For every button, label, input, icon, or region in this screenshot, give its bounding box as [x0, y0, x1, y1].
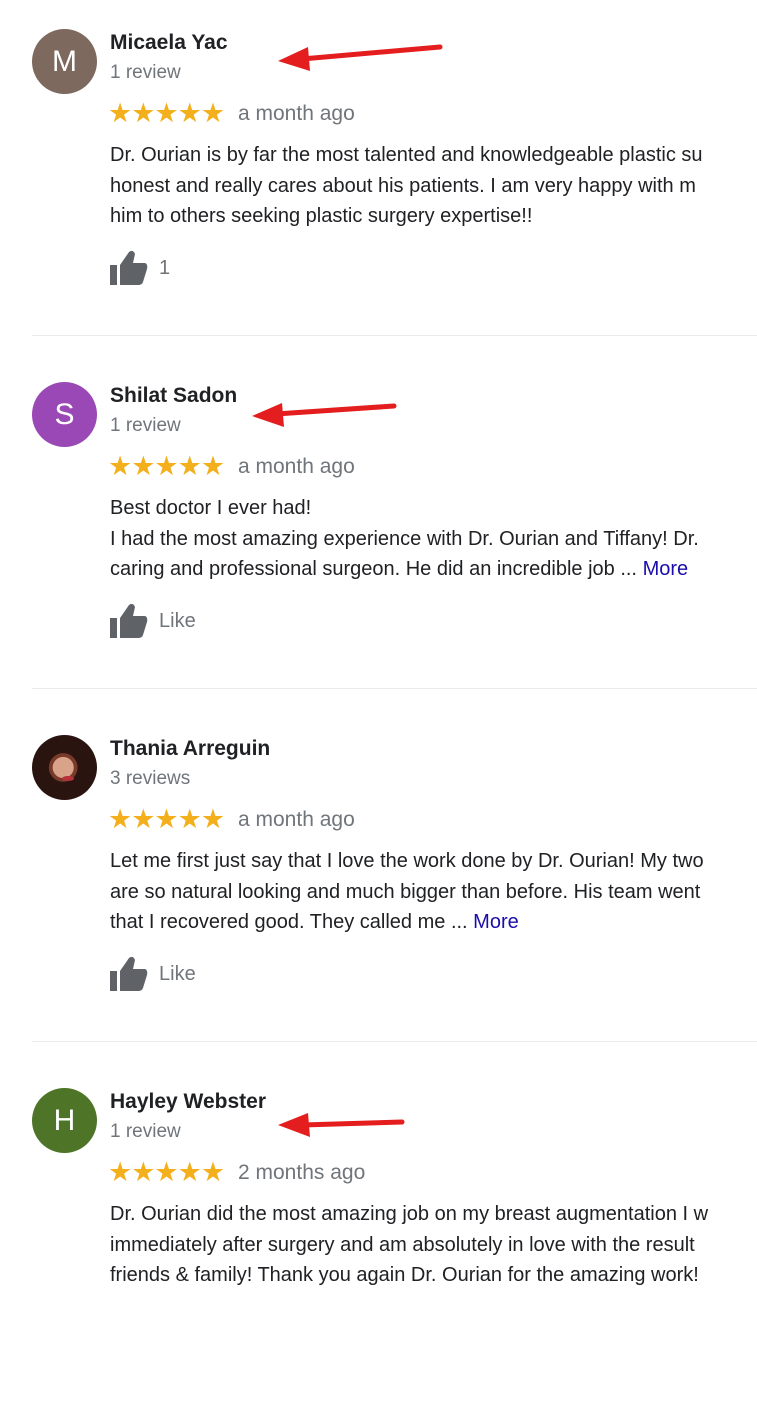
divider — [32, 688, 757, 689]
red-arrow-annotation — [278, 44, 443, 71]
more-link[interactable]: More — [643, 558, 689, 580]
star-rating: ★★★★★ — [108, 804, 225, 834]
review-text-line: Let me first just say that I love the wo… — [110, 850, 704, 872]
review-count: 1 review — [110, 415, 181, 436]
review-text: Dr. Ourian did the most amazing job on m… — [110, 1199, 757, 1291]
like-label: Like — [159, 609, 196, 632]
star-rating: ★★★★★ — [108, 98, 225, 128]
reviewer-name[interactable]: Hayley Webster — [110, 1090, 266, 1114]
review-date: a month ago — [238, 455, 355, 478]
review-date: 2 months ago — [238, 1161, 366, 1184]
red-arrow-annotation — [252, 403, 397, 427]
like-label: Like — [159, 962, 196, 985]
review-text-truncated: that I recovered good. They called me ..… — [110, 911, 468, 933]
like-button[interactable]: 1 — [110, 250, 170, 286]
review-date: a month ago — [238, 102, 355, 125]
avatar[interactable]: M — [32, 29, 97, 94]
review-count: 1 review — [110, 62, 181, 83]
like-button[interactable]: Like — [110, 956, 196, 992]
review-text-line: honest and really cares about his patien… — [110, 174, 696, 197]
like-button[interactable]: Like — [110, 603, 196, 639]
review-text-truncated: caring and professional surgeon. He did … — [110, 558, 637, 580]
reviewer-name[interactable]: Shilat Sadon — [110, 384, 237, 408]
thumbs-up-icon — [110, 956, 148, 991]
review-text-line: friends & family! Thank you again Dr. Ou… — [110, 1264, 699, 1286]
review-text-line: caring and professional surgeon. He did … — [110, 554, 757, 585]
review-text-line: Dr. Ourian is by far the most talented a… — [110, 144, 703, 166]
review-card: H Hayley Webster 1 review ★★★★★ 2 months… — [0, 1059, 757, 1412]
review-text: Let me first just say that I love the wo… — [110, 846, 757, 938]
thumbs-up-icon — [110, 250, 148, 285]
review-date: a month ago — [238, 808, 355, 831]
review-text-line: him to others seeking plastic surgery ex… — [110, 205, 533, 227]
review-count: 3 reviews — [110, 768, 191, 789]
like-count: 1 — [159, 256, 171, 279]
more-link[interactable]: More — [473, 911, 519, 933]
review-count: 1 review — [110, 1121, 181, 1142]
avatar[interactable]: S — [32, 382, 97, 447]
review-card: Thania Arreguin 3 reviews ★★★★★ a month … — [0, 706, 757, 1059]
red-arrow-annotation — [278, 1113, 405, 1137]
review-card: M Micaela Yac 1 review ★★★★★ a month ago… — [0, 0, 757, 353]
review-text-line: I had the most amazing experience with D… — [110, 527, 699, 550]
divider — [32, 1041, 757, 1042]
star-rating: ★★★★★ — [108, 1157, 225, 1187]
avatar-photo-detail — [62, 776, 74, 781]
review-text: Dr. Ourian is by far the most talented a… — [110, 140, 757, 232]
review-text-line: are so natural looking and much bigger t… — [110, 880, 701, 903]
review-card: S Shilat Sadon 1 review ★★★★★ a month ag… — [0, 353, 757, 706]
review-text-line: that I recovered good. They called me ..… — [110, 907, 757, 938]
reviewer-name[interactable]: Micaela Yac — [110, 31, 228, 55]
thumbs-up-icon — [110, 603, 148, 638]
review-text: Best doctor I ever had! I had the most a… — [110, 493, 757, 585]
star-rating: ★★★★★ — [108, 451, 225, 481]
review-text-line: Best doctor I ever had! — [110, 497, 312, 519]
avatar[interactable]: H — [32, 1088, 97, 1153]
avatar[interactable] — [32, 735, 97, 800]
reviewer-name[interactable]: Thania Arreguin — [110, 737, 270, 761]
review-text-line: Dr. Ourian did the most amazing job on m… — [110, 1203, 709, 1225]
divider — [32, 335, 757, 336]
review-text-line: immediately after surgery and am absolut… — [110, 1233, 695, 1256]
